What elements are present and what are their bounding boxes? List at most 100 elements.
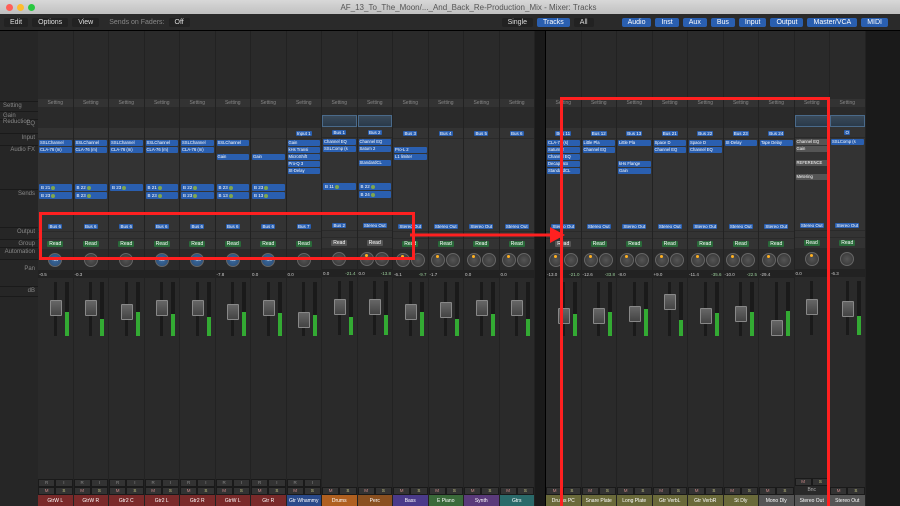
fx-insert[interactable]: SSLChannel bbox=[181, 140, 214, 146]
input-slot[interactable]: Bus 24 bbox=[759, 128, 794, 139]
channel-name[interactable]: Drums PC bbox=[546, 495, 581, 506]
mute-button[interactable]: M bbox=[180, 487, 197, 495]
pan-control[interactable] bbox=[617, 250, 652, 270]
fx-insert[interactable]: CLA-76 (m) bbox=[39, 147, 72, 153]
group-slot[interactable] bbox=[464, 232, 499, 239]
fx-insert[interactable]: StandardCL bbox=[359, 160, 392, 166]
sends-slots[interactable]: B 23B 13 bbox=[251, 183, 286, 221]
solo-button[interactable]: S bbox=[55, 487, 72, 495]
pan-control[interactable] bbox=[830, 249, 865, 269]
mute-button[interactable]: M bbox=[287, 487, 304, 495]
sends-slots[interactable]: B 23B 13 bbox=[216, 183, 251, 221]
output-slot[interactable]: Bus 6 bbox=[74, 221, 109, 232]
view-single[interactable]: Single bbox=[502, 18, 533, 27]
eq-thumbnail[interactable] bbox=[287, 115, 322, 128]
pan-control[interactable] bbox=[464, 250, 499, 270]
output-slot[interactable]: Bus 6 bbox=[109, 221, 144, 232]
automation-mode[interactable]: Read bbox=[216, 239, 251, 250]
output-slot[interactable]: Stereo Out bbox=[795, 220, 830, 231]
channel-name[interactable]: Stereo Out bbox=[795, 495, 830, 506]
solo-button[interactable]: S bbox=[126, 487, 143, 495]
send-slot[interactable]: B 21 bbox=[39, 184, 72, 191]
input-slot[interactable]: Bus 3 bbox=[393, 128, 428, 139]
minimize-icon[interactable] bbox=[17, 4, 24, 11]
mute-button[interactable]: M bbox=[145, 487, 162, 495]
audio-fx-slots[interactable]: SSLChannelCLA-76 (m) bbox=[38, 139, 73, 183]
solo-button[interactable]: S bbox=[268, 487, 285, 495]
mute-button[interactable]: M bbox=[617, 487, 634, 495]
fader[interactable] bbox=[109, 278, 144, 479]
output-slot[interactable]: Stereo Out bbox=[724, 221, 759, 232]
fx-insert[interactable]: L1 limiter bbox=[394, 154, 427, 160]
sends-slots[interactable]: B 22B 24 bbox=[358, 182, 393, 220]
fx-insert[interactable]: Saturn 2 bbox=[547, 147, 580, 153]
eq-thumbnail[interactable] bbox=[38, 115, 73, 128]
input-slot[interactable] bbox=[251, 128, 286, 139]
fx-insert[interactable]: SSLChannel bbox=[110, 140, 143, 146]
solo-button[interactable]: S bbox=[197, 487, 214, 495]
group-slot[interactable] bbox=[582, 232, 617, 239]
filter-midi[interactable]: MIDI bbox=[861, 18, 888, 27]
fader[interactable] bbox=[251, 278, 286, 479]
automation-mode[interactable]: Read bbox=[830, 238, 865, 249]
output-slot[interactable]: Bus 2 bbox=[322, 220, 357, 231]
input-monitor-button[interactable]: I bbox=[233, 479, 250, 487]
send-slot[interactable]: B 21 bbox=[146, 184, 179, 191]
fx-insert[interactable]: CLA-76 (m) bbox=[110, 147, 143, 153]
sends-slots[interactable]: B 22B 23 bbox=[74, 183, 109, 221]
send-slot[interactable]: B 23 bbox=[75, 192, 108, 199]
record-button[interactable]: R bbox=[145, 479, 162, 487]
mute-button[interactable]: M bbox=[251, 487, 268, 495]
eq-thumbnail[interactable] bbox=[322, 115, 357, 127]
sends-slots[interactable] bbox=[582, 183, 617, 221]
setting-slot[interactable]: Setting bbox=[546, 99, 581, 108]
fader[interactable] bbox=[582, 278, 617, 487]
setting-slot[interactable]: Setting bbox=[429, 99, 464, 108]
fader[interactable] bbox=[180, 278, 215, 479]
fx-insert[interactable]: MicroShift bbox=[288, 154, 321, 160]
eq-thumbnail[interactable] bbox=[145, 115, 180, 128]
sends-slots[interactable] bbox=[393, 183, 428, 221]
solo-button[interactable]: S bbox=[162, 487, 179, 495]
fx-insert[interactable]: SSLChannel bbox=[217, 140, 250, 146]
mute-button[interactable]: M bbox=[38, 487, 55, 495]
group-slot[interactable] bbox=[393, 232, 428, 239]
automation-mode[interactable]: Read bbox=[724, 239, 759, 250]
audio-fx-slots[interactable]: Tape Delay bbox=[759, 139, 794, 183]
fx-insert[interactable]: Gain bbox=[618, 168, 651, 174]
record-button[interactable]: R bbox=[74, 479, 91, 487]
send-slot[interactable]: B 23 bbox=[39, 192, 72, 199]
audio-fx-slots[interactable]: SSLChannelCLA-76 (m) bbox=[180, 139, 215, 183]
pan-control[interactable] bbox=[74, 250, 109, 270]
output-slot[interactable]: Stereo Out bbox=[617, 221, 652, 232]
channel-name[interactable]: Gtr2 C bbox=[109, 495, 144, 506]
fx-insert[interactable]: Pro-Q 3 bbox=[288, 161, 321, 167]
output-slot[interactable]: Bus 6 bbox=[251, 221, 286, 232]
pan-control[interactable] bbox=[216, 250, 251, 270]
channel-name[interactable]: Gtr2 R bbox=[180, 495, 215, 506]
sends-slots[interactable] bbox=[287, 183, 322, 221]
pan-control[interactable] bbox=[358, 249, 393, 269]
filter-master-vca[interactable]: Master/VCA bbox=[807, 18, 857, 27]
filter-audio[interactable]: Audio bbox=[622, 18, 652, 27]
fader[interactable] bbox=[216, 278, 251, 479]
fader[interactable] bbox=[38, 278, 73, 479]
fx-insert[interactable]: Gain bbox=[217, 154, 250, 160]
solo-button[interactable]: S bbox=[563, 487, 580, 495]
fx-insert[interactable]: Saturn 2 bbox=[359, 146, 392, 152]
eq-thumbnail[interactable] bbox=[724, 115, 759, 128]
solo-button[interactable]: S bbox=[446, 487, 463, 495]
mute-button[interactable]: M bbox=[429, 487, 446, 495]
eq-thumbnail[interactable] bbox=[795, 115, 830, 127]
channel-name[interactable]: Gtr R bbox=[251, 495, 286, 506]
mute-button[interactable]: M bbox=[500, 487, 517, 495]
sends-slots[interactable] bbox=[724, 183, 759, 221]
fader[interactable] bbox=[617, 278, 652, 487]
sends-slots[interactable] bbox=[546, 183, 581, 221]
automation-mode[interactable]: Read bbox=[546, 239, 581, 250]
solo-button[interactable]: S bbox=[741, 487, 758, 495]
filter-output[interactable]: Output bbox=[770, 18, 803, 27]
fx-insert[interactable]: Gain bbox=[796, 146, 829, 152]
fader[interactable] bbox=[429, 278, 464, 487]
setting-slot[interactable]: Setting bbox=[653, 99, 688, 108]
